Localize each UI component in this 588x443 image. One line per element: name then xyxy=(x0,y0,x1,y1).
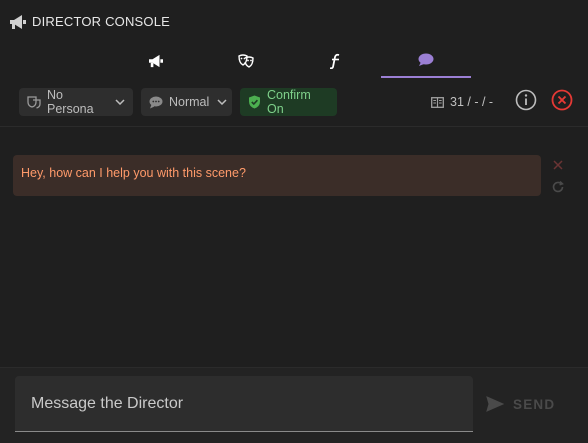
confirm-toggle[interactable]: Confirm On xyxy=(240,88,337,116)
shield-check-icon xyxy=(248,95,261,109)
function-icon xyxy=(330,53,342,69)
confirm-label: Confirm On xyxy=(267,88,311,116)
tab-function[interactable] xyxy=(291,44,381,78)
book-icon xyxy=(431,96,444,108)
director-message: Hey, how can I help you with this scene? xyxy=(13,155,541,196)
refresh-icon xyxy=(551,180,565,198)
chevron-down-icon xyxy=(115,99,125,105)
info-icon xyxy=(515,89,537,116)
send-button[interactable]: SEND xyxy=(486,391,555,417)
tab-megaphone[interactable] xyxy=(111,44,201,78)
regenerate-message-button[interactable] xyxy=(551,180,565,194)
send-label: SEND xyxy=(513,396,556,412)
persona-select[interactable]: No Persona xyxy=(19,88,133,116)
toolbar-divider xyxy=(0,126,588,127)
console-title: DIRECTOR CONSOLE xyxy=(32,14,171,29)
megaphone-icon xyxy=(148,54,164,68)
info-button[interactable] xyxy=(514,89,538,116)
chevron-down-icon xyxy=(217,99,227,105)
speech-bubble-icon xyxy=(149,96,163,109)
counter-value: 31 / - / - xyxy=(450,95,494,109)
message-input-field xyxy=(15,376,473,432)
tab-drama[interactable] xyxy=(201,44,291,78)
chat-bubble-icon xyxy=(418,53,434,67)
mode-select[interactable]: Normal xyxy=(141,88,232,116)
mode-label: Normal xyxy=(169,95,210,109)
megaphone-icon xyxy=(9,14,27,30)
tab-chat[interactable] xyxy=(381,44,471,78)
send-icon xyxy=(486,396,504,412)
message-input[interactable] xyxy=(15,376,473,431)
close-console-button[interactable] xyxy=(550,89,574,116)
token-counter: 31 / - / - xyxy=(431,95,493,109)
persona-icon xyxy=(27,95,41,109)
delete-message-button[interactable] xyxy=(551,158,565,172)
persona-label: No Persona xyxy=(47,88,94,116)
message-text: Hey, how can I help you with this scene? xyxy=(21,166,246,180)
console-header: DIRECTOR CONSOLE xyxy=(0,0,588,44)
toolbar: No Persona Normal Confirm On 31 / - / - xyxy=(0,86,588,118)
tab-bar xyxy=(111,44,471,78)
drama-masks-icon xyxy=(237,53,255,69)
close-icon xyxy=(551,159,565,176)
close-circle-icon xyxy=(551,89,573,116)
